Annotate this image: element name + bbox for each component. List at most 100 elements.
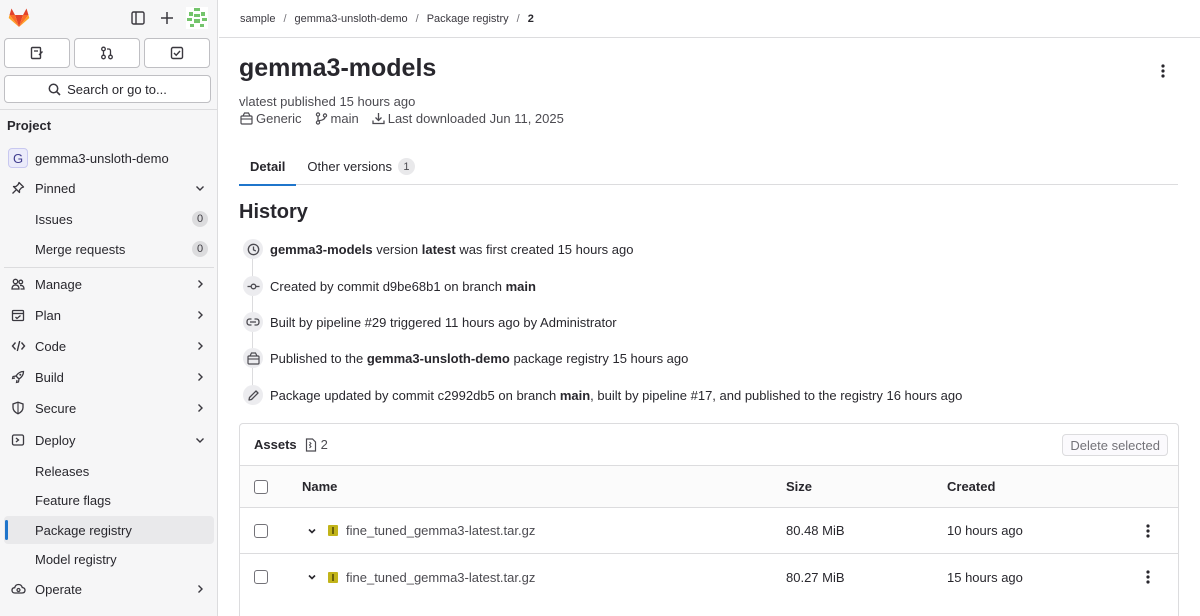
sidebar-toggle-icon[interactable]: [128, 8, 148, 28]
todo-button[interactable]: [144, 38, 210, 68]
package-type-label: Generic: [256, 111, 302, 126]
project-avatar: G: [8, 148, 28, 168]
sidebar-item-label: Deploy: [35, 432, 76, 448]
issues-count-badge: 0: [192, 211, 208, 227]
asset-size: 80.27 MiB: [786, 569, 845, 585]
page-title: gemma3-models: [239, 54, 437, 82]
archive-file-icon: [328, 525, 338, 536]
cloud-icon: [8, 579, 28, 599]
divider: [0, 109, 217, 110]
select-all-checkbox-cell: [254, 466, 268, 507]
section-title: Project: [7, 118, 52, 133]
expand-chevron-icon[interactable]: [307, 554, 317, 600]
sidebar: Search or go to... Project G gemma3-unsl…: [0, 0, 218, 616]
sidebar-item-label: gemma3-unsloth-demo: [35, 150, 169, 166]
row-actions-icon[interactable]: [1146, 508, 1150, 553]
history-item: Created by commit d9be68b1 on branch mai…: [243, 276, 536, 296]
history-text: Built by pipeline #29 triggered 11 hours…: [270, 314, 617, 330]
history-text: gemma3-models version latest was first c…: [270, 241, 634, 257]
delete-selected-button[interactable]: Delete selected: [1062, 434, 1168, 456]
gitlab-logo-icon[interactable]: [8, 7, 30, 28]
chevron-right-icon: [194, 371, 206, 383]
breadcrumb-separator: /: [516, 12, 520, 25]
sidebar-item-label: Operate: [35, 581, 82, 597]
package-last-downloaded: Last downloaded Jun 11, 2025: [372, 111, 564, 126]
column-header-created[interactable]: Created: [947, 466, 995, 507]
issues-icon: [30, 46, 44, 60]
pipeline-icon: [243, 312, 263, 332]
row-checkbox[interactable]: [254, 523, 268, 538]
breadcrumb-current: 2: [527, 12, 534, 25]
column-header-size[interactable]: Size: [786, 466, 812, 507]
rocket-icon: [8, 367, 28, 387]
file-icon: [305, 437, 317, 452]
sidebar-item-model-registry[interactable]: Model registry: [4, 545, 214, 573]
row-actions-icon[interactable]: [1146, 554, 1150, 600]
row-checkbox[interactable]: [254, 570, 268, 584]
breadcrumb-separator: /: [415, 12, 419, 25]
sidebar-item-project[interactable]: G gemma3-unsloth-demo: [4, 144, 214, 172]
asset-name-cell: fine_tuned_gemma3-latest.tar.gz: [328, 508, 535, 553]
main-content: gemma3-models vlatest published 15 hours…: [219, 38, 1200, 616]
sidebar-item-label: Package registry: [35, 522, 132, 538]
merge-requests-button[interactable]: [74, 38, 140, 68]
plan-icon: [8, 305, 28, 325]
branch-icon: [315, 112, 328, 125]
todo-icon: [170, 46, 184, 60]
breadcrumb-item[interactable]: Package registry: [427, 13, 509, 25]
history-text: Published to the gemma3-unsloth-demo pac…: [270, 350, 689, 366]
sidebar-item-label: Issues: [35, 211, 73, 227]
tab-count-badge: 1: [397, 158, 415, 175]
last-downloaded-label: Last downloaded Jun 11, 2025: [387, 111, 564, 126]
sidebar-item-manage[interactable]: Manage: [4, 270, 214, 298]
asset-name-link[interactable]: fine_tuned_gemma3-latest.tar.gz: [346, 523, 535, 538]
breadcrumb-item[interactable]: gemma3-unsloth-demo: [295, 13, 408, 25]
merge-requests-count-badge: 0: [192, 241, 208, 257]
select-all-checkbox[interactable]: [254, 479, 268, 494]
asset-created: 10 hours ago: [947, 523, 1023, 538]
asset-name-cell: fine_tuned_gemma3-latest.tar.gz: [328, 554, 535, 600]
sidebar-item-issues[interactable]: Issues 0: [4, 205, 214, 233]
asset-name-link[interactable]: fine_tuned_gemma3-latest.tar.gz: [346, 570, 535, 585]
sidebar-item-build[interactable]: Build: [4, 363, 214, 391]
user-avatar[interactable]: [186, 7, 208, 29]
chevron-right-icon: [194, 309, 206, 321]
sidebar-item-code[interactable]: Code: [4, 332, 214, 360]
row-checkbox-cell: [254, 508, 268, 553]
sidebar-item-feature-flags[interactable]: Feature flags: [4, 486, 214, 514]
users-icon: [8, 274, 28, 294]
tab-other-versions[interactable]: Other versions 1: [296, 148, 426, 185]
pin-icon: [8, 178, 28, 198]
column-header-name[interactable]: Name: [302, 466, 337, 507]
asset-size: 80.48 MiB: [786, 523, 845, 538]
row-checkbox-cell: [254, 554, 268, 600]
sidebar-item-plan[interactable]: Plan: [4, 301, 214, 329]
breadcrumb-item[interactable]: sample: [240, 13, 275, 25]
sidebar-item-deploy[interactable]: Deploy: [4, 426, 214, 454]
chevron-down-icon: [194, 182, 206, 194]
sidebar-item-label: Pinned: [35, 180, 76, 196]
deploy-icon: [8, 430, 28, 450]
search-button[interactable]: Search or go to...: [4, 75, 211, 103]
expand-chevron-icon[interactable]: [307, 508, 317, 553]
history-item: Package updated by commit c2992db5 on br…: [243, 385, 962, 405]
history-text: Created by commit d9be68b1 on branch mai…: [270, 278, 536, 294]
package-branch: main: [315, 111, 359, 126]
chevron-right-icon: [194, 340, 206, 352]
more-actions-icon[interactable]: [1155, 62, 1171, 80]
sidebar-item-merge-requests[interactable]: Merge requests 0: [4, 235, 214, 263]
merge-request-icon: [100, 46, 114, 60]
table-row: fine_tuned_gemma3-latest.tar.gz 80.27 Mi…: [240, 554, 1178, 600]
issues-button[interactable]: [4, 38, 70, 68]
history-item: gemma3-models version latest was first c…: [243, 239, 633, 259]
sidebar-item-operate[interactable]: Operate: [4, 575, 214, 603]
sidebar-item-secure[interactable]: Secure: [4, 394, 214, 422]
sidebar-item-releases[interactable]: Releases: [4, 457, 214, 485]
sidebar-item-pinned[interactable]: Pinned: [4, 174, 214, 202]
plus-icon[interactable]: [157, 8, 177, 28]
sidebar-item-package-registry[interactable]: Package registry: [4, 516, 214, 544]
tab-detail[interactable]: Detail: [239, 148, 297, 186]
shield-icon: [8, 398, 28, 418]
sidebar-item-label: Manage: [35, 276, 82, 292]
sidebar-item-label: Secure: [35, 400, 77, 416]
